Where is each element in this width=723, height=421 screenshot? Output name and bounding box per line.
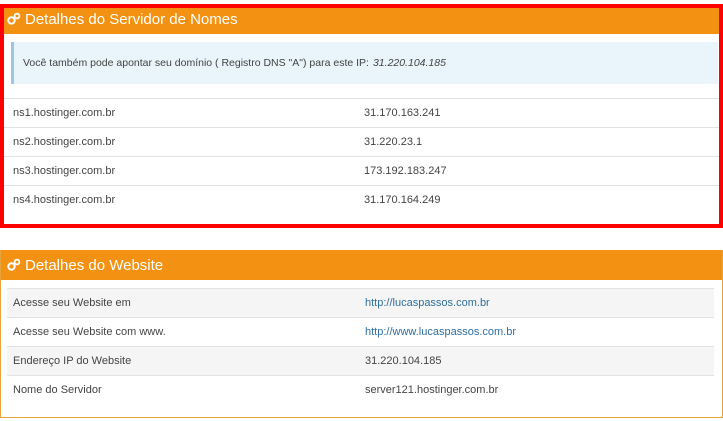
table-row: ns3.hostinger.com.br 173.192.183.247 — [1, 156, 722, 185]
table-row: Acesse seu Website em http://lucaspassos… — [7, 288, 714, 317]
table-row: Nome do Servidor server121.hostinger.com… — [7, 375, 714, 404]
gears-icon — [6, 11, 22, 27]
website-row-label: Nome do Servidor — [13, 384, 102, 396]
nameserver-host: ns4.hostinger.com.br — [13, 194, 116, 206]
table-row: ns1.hostinger.com.br 31.170.163.241 — [1, 98, 722, 127]
nameserver-host: ns3.hostinger.com.br — [13, 165, 116, 177]
table-row: Endereço IP do Website 31.220.104.185 — [7, 346, 714, 375]
website-panel-header: Detalhes do Website — [1, 250, 722, 280]
website-table: Acesse seu Website em http://lucaspassos… — [7, 288, 714, 404]
notice-text: Você também pode apontar seu domínio ( R… — [23, 57, 369, 69]
table-row: ns4.hostinger.com.br 31.170.164.249 — [1, 185, 722, 214]
nameserver-host: ns2.hostinger.com.br — [13, 136, 116, 148]
nameserver-ip: 31.170.163.241 — [364, 107, 441, 119]
table-row: Acesse seu Website com www. http://www.l… — [7, 317, 714, 346]
website-details-panel: Detalhes do Website Acesse seu Website e… — [0, 250, 723, 418]
nameserver-ip: 173.192.183.247 — [364, 165, 447, 177]
dns-a-record-notice: Você também pode apontar seu domínio ( R… — [11, 42, 718, 84]
nameserver-ip: 31.220.23.1 — [364, 136, 423, 148]
website-row-label: Endereço IP do Website — [13, 355, 132, 367]
nameserver-panel-title: Detalhes do Servidor de Nomes — [25, 10, 238, 28]
website-ip-value: 31.220.104.185 — [365, 355, 442, 367]
gears-icon — [6, 257, 22, 273]
nameserver-details-panel: Detalhes do Servidor de Nomes Você també… — [0, 4, 723, 226]
server-name-value: server121.hostinger.com.br — [365, 384, 499, 396]
website-www-url-link[interactable]: http://www.lucaspassos.com.br — [365, 326, 516, 338]
nameserver-table: ns1.hostinger.com.br 31.170.163.241 ns2.… — [1, 98, 722, 214]
nameserver-host: ns1.hostinger.com.br — [13, 107, 116, 119]
website-url-link[interactable]: http://lucaspassos.com.br — [365, 297, 490, 309]
nameserver-panel-header: Detalhes do Servidor de Nomes — [1, 4, 722, 34]
table-row: ns2.hostinger.com.br 31.220.23.1 — [1, 127, 722, 156]
website-row-label: Acesse seu Website em — [13, 297, 131, 309]
website-row-label: Acesse seu Website com www. — [13, 326, 166, 338]
website-panel-title: Detalhes do Website — [25, 256, 164, 274]
notice-ip: 31.220.104.185 — [372, 57, 446, 69]
nameserver-ip: 31.170.164.249 — [364, 194, 441, 206]
